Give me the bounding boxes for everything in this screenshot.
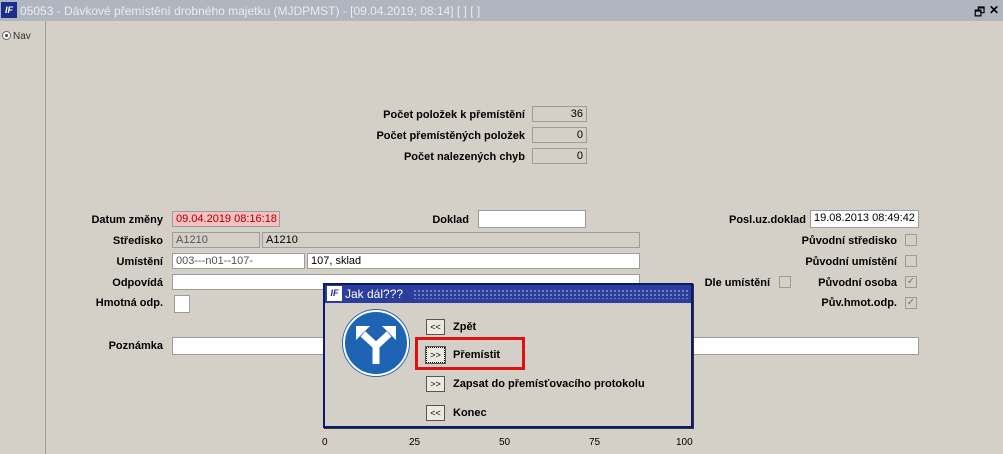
end-label[interactable]: Konec: [453, 407, 487, 419]
material-resp-label: Hmotná odp.: [95, 297, 163, 309]
app-logo-icon: IF: [327, 286, 342, 301]
original-person-label: Původní osoba: [818, 277, 897, 289]
location-name-field[interactable]: 107, sklad: [307, 253, 640, 269]
original-material-resp-label: Pův.hmot.odp.: [821, 297, 897, 309]
radio-icon[interactable]: [2, 31, 11, 40]
change-date-label: Datum změny: [91, 214, 163, 226]
app-logo-icon: IF: [1, 2, 17, 18]
material-resp-checkbox[interactable]: [174, 295, 190, 313]
change-date-field[interactable]: 09.04.2019 08:16:18: [172, 211, 280, 227]
window-title: 05053 - Dávkové přemístění drobného maje…: [20, 4, 481, 18]
original-cost-center-checkbox[interactable]: [905, 234, 917, 246]
original-location-label: Původní umístění: [805, 256, 897, 268]
fork-arrows-icon: [343, 310, 409, 376]
cost-center-name-field[interactable]: A1210: [262, 232, 640, 248]
write-protocol-button[interactable]: >>: [426, 376, 445, 392]
moved-items-value: 0: [532, 127, 587, 143]
dialog-title: Jak dál???: [345, 287, 404, 301]
errors-found-value: 0: [532, 148, 587, 164]
close-icon[interactable]: ✕: [989, 3, 999, 17]
window-titlebar: IF 05053 - Dávkové přemístění drobného m…: [0, 0, 1003, 21]
by-location-checkbox[interactable]: [779, 276, 791, 288]
location-code-field[interactable]: 003---n01--107-: [172, 253, 305, 269]
original-material-resp-checkbox[interactable]: ✓: [905, 297, 917, 309]
original-person-checkbox[interactable]: ✓: [905, 276, 917, 288]
progress-tick: 25: [409, 437, 421, 448]
progress-tick: 50: [499, 437, 511, 448]
items-to-move-value: 36: [532, 106, 587, 122]
end-button[interactable]: <<: [426, 405, 445, 421]
document-label: Doklad: [432, 214, 469, 226]
by-location-label: Dle umístění: [704, 277, 770, 289]
last-doc-field[interactable]: 19.08.2013 08:49:42: [810, 210, 919, 228]
back-label[interactable]: Zpět: [453, 321, 476, 333]
titlebar-pattern: [413, 289, 688, 299]
nav-label: Nav: [13, 31, 31, 42]
items-to-move-label: Počet položek k přemístění: [383, 109, 525, 121]
progress-tick: 0: [322, 437, 328, 448]
location-label: Umístění: [116, 256, 163, 268]
note-label: Poznámka: [108, 340, 163, 352]
responsible-label: Odpovídá: [112, 277, 163, 289]
cost-center-code-field[interactable]: A1210: [172, 232, 260, 248]
original-location-checkbox[interactable]: [905, 255, 917, 267]
errors-found-label: Počet nalezených chyb: [403, 151, 525, 163]
restore-icon[interactable]: 🗗: [974, 3, 985, 24]
highlight-box: [415, 337, 525, 370]
last-doc-label: Posl.uz.doklad: [728, 214, 806, 226]
original-cost-center-label: Původní středisko: [801, 235, 897, 247]
back-button[interactable]: <<: [426, 319, 445, 335]
document-field[interactable]: [478, 210, 586, 228]
moved-items-label: Počet přemístěných položek: [376, 130, 525, 142]
nav-option[interactable]: Nav: [2, 31, 31, 42]
dialog-titlebar: IF Jak dál???: [325, 285, 691, 303]
navigation-pane: Nav: [0, 21, 46, 454]
progress-tick: 75: [589, 437, 601, 448]
progress-tick: 100: [676, 437, 693, 448]
cost-center-label: Středisko: [112, 235, 163, 247]
write-protocol-label[interactable]: Zapsat do přemísťovacího protokolu: [453, 378, 645, 390]
